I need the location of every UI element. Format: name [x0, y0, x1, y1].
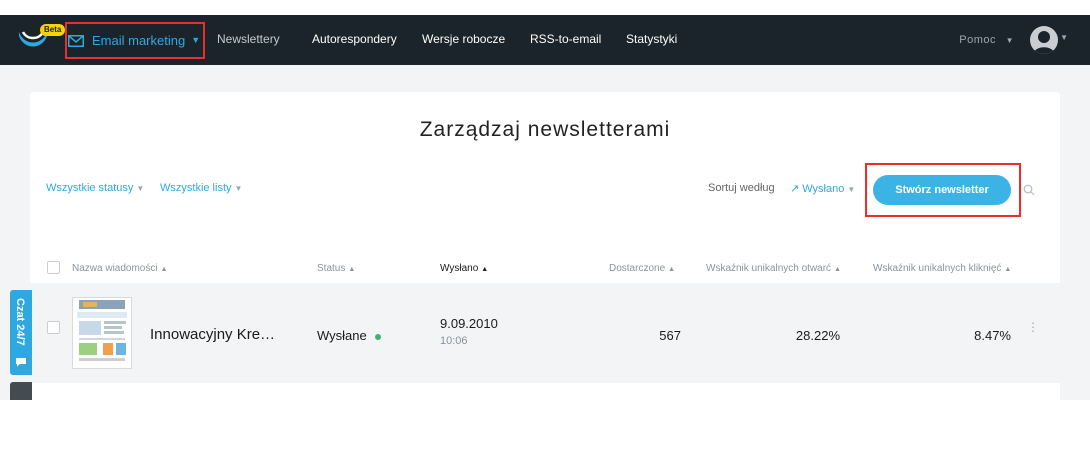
caret-up-icon: ▲ — [481, 266, 489, 273]
page-title: Zarządzaj newsletterami — [419, 118, 671, 141]
header-open-rate[interactable]: Wskaźnik unikalnych otwarć ▲ — [706, 263, 841, 274]
chat-secondary-tab[interactable] — [10, 382, 32, 400]
sort-label: Sortuj według — [708, 182, 775, 194]
filter-status-dropdown[interactable]: Wszystkie statusy ▼ — [46, 182, 144, 194]
nav-statystyki[interactable]: Statystyki — [626, 32, 677, 46]
header-status-label: Status — [317, 263, 346, 274]
newsletter-preview-image — [77, 300, 127, 361]
caret-down-icon: ▼ — [136, 184, 145, 193]
highlight-email-marketing — [65, 22, 205, 59]
help-menu[interactable]: Pomoc ▼ — [959, 34, 1014, 46]
nav-autorespondery[interactable]: Autorespondery — [312, 32, 397, 46]
header-name-label: Nazwa wiadomości — [72, 263, 158, 274]
header-status[interactable]: Status ▲ — [317, 263, 355, 274]
status-cell: Wysłane — [317, 328, 381, 343]
caret-up-icon: ▲ — [1004, 266, 1012, 273]
caret-up-icon: ▲ — [668, 266, 676, 273]
search-icon[interactable] — [1023, 184, 1035, 196]
status-text: Wysłane — [317, 328, 367, 343]
caret-up-icon: ▲ — [160, 266, 168, 273]
header-click-rate[interactable]: Wskaźnik unikalnych kliknięć ▲ — [873, 263, 1011, 274]
nav-rss-to-email[interactable]: RSS-to-email — [530, 32, 601, 46]
header-open-rate-label: Wskaźnik unikalnych otwarć — [706, 263, 832, 274]
newsletter-thumbnail[interactable] — [72, 297, 132, 369]
status-dot-icon — [374, 333, 381, 340]
header-name[interactable]: Nazwa wiadomości ▲ — [72, 263, 168, 274]
help-label: Pomoc — [959, 34, 997, 46]
header-delivered-label: Dostarczone — [609, 263, 666, 274]
header-delivered[interactable]: Dostarczone ▲ — [609, 263, 675, 274]
sort-value-label: ↗ Wysłano — [790, 183, 845, 195]
nav-newslettery[interactable]: Newslettery — [217, 32, 280, 46]
beta-badge: Beta — [40, 24, 66, 36]
header-click-rate-label: Wskaźnik unikalnych kliknięć — [873, 263, 1002, 274]
nav-wersje-robocze[interactable]: Wersje robocze — [422, 32, 505, 46]
chat-label: Czat 24/7 — [14, 298, 26, 346]
user-avatar[interactable] — [1030, 26, 1058, 54]
filter-status-label: Wszystkie statusy — [46, 182, 134, 194]
click-rate-value: 8.47% — [974, 328, 1011, 343]
header-sent-label: Wysłano — [440, 263, 479, 274]
open-rate-value: 28.22% — [795, 328, 840, 343]
header-sent[interactable]: Wysłano ▲ — [440, 263, 488, 274]
caret-down-icon: ▼ — [234, 184, 243, 193]
caret-down-icon: ▼ — [847, 185, 856, 194]
newsletter-name[interactable]: Innowacyjny Kre… — [150, 326, 275, 343]
chat-bubble-icon — [16, 358, 26, 367]
sent-date: 9.09.2010 — [440, 316, 498, 331]
caret-up-icon: ▲ — [348, 266, 356, 273]
sent-time: 10:06 — [440, 335, 468, 347]
user-icon — [1033, 31, 1055, 54]
caret-down-icon: ▼ — [1005, 36, 1014, 45]
filter-lists-dropdown[interactable]: Wszystkie listy ▼ — [160, 182, 242, 194]
filter-lists-label: Wszystkie listy — [160, 182, 232, 194]
delivered-count: 567 — [659, 328, 681, 343]
select-all-checkbox[interactable] — [47, 261, 60, 274]
highlight-create-newsletter — [865, 163, 1021, 217]
sort-dropdown[interactable]: ↗ Wysłano ▼ — [790, 182, 855, 195]
caret-down-icon[interactable]: ▼ — [1060, 33, 1068, 42]
row-more-menu-icon[interactable]: · · · — [1030, 316, 1036, 337]
caret-up-icon: ▲ — [834, 266, 841, 273]
row-checkbox[interactable] — [47, 321, 60, 334]
chat-widget-tab[interactable]: Czat 24/7 — [10, 290, 32, 375]
